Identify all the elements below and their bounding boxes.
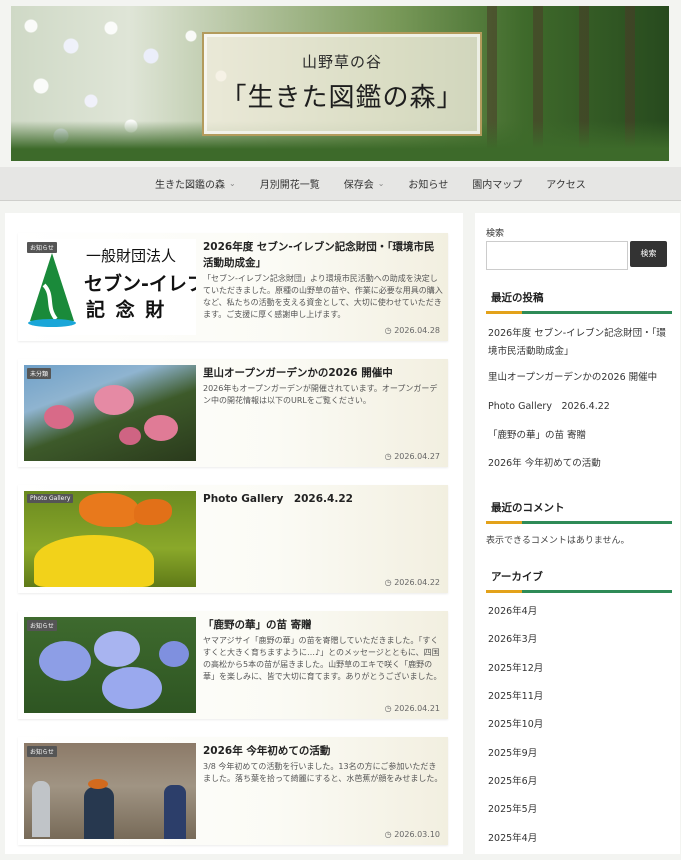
nav-item-map[interactable]: 園内マップ [472,176,522,191]
recent-post-link[interactable]: 「鹿野の華」の苗 寄贈 [488,427,670,445]
post-card[interactable]: 未分類 里山オープンガーデンかの2026 開催中 2026年もオープンガーデンが… [18,359,448,467]
archive-link[interactable]: 2025年9月 [488,745,670,763]
category-badge[interactable]: Photo Gallery [27,494,74,503]
clock-icon: ◷ [384,452,395,461]
recent-comments-heading: 最近のコメント [486,500,672,524]
post-thumbnail[interactable]: 未分類 [24,365,196,461]
post-title[interactable]: 里山オープンガーデンかの2026 開催中 [203,365,443,381]
search-label: 検索 [486,229,505,239]
archive-link[interactable]: 2025年5月 [488,801,670,819]
clock-icon: ◷ [384,704,395,713]
post-card[interactable]: 一般財団法人 セブン-イレブ 記 念 財 お知らせ 2026年度 セブン-イレブ… [18,233,448,341]
archive-link[interactable]: 2025年4月 [488,830,670,848]
recent-post-link[interactable]: 2026年度 セブン-イレブン記念財団・「環境市民活動助成金」 [488,325,670,361]
category-badge[interactable]: お知らせ [27,620,57,631]
recent-post-link[interactable]: 里山オープンガーデンかの2026 開催中 [488,369,670,387]
post-date: ◷ 2026.03.10 [384,830,440,839]
post-card[interactable]: お知らせ 2026年 今年初めての活動 3/8 今年初めての活動を行いました。1… [18,737,448,845]
archive-link[interactable]: 2025年12月 [488,660,670,678]
post-date: ◷ 2026.04.27 [384,452,440,461]
site-title: 「生きた図鑑の森」 [220,83,464,113]
post-date: ◷ 2026.04.21 [384,704,440,713]
post-card[interactable]: お知らせ 「鹿野の華」の苗 寄贈 ヤマアジサイ「鹿野の華」の苗を寄贈していただき… [18,611,448,719]
nav-item-access[interactable]: アクセス [546,176,586,191]
post-date: ◷ 2026.04.28 [384,326,440,335]
recent-posts-heading: 最近の投稿 [486,290,672,314]
search-input[interactable] [486,241,628,270]
no-comments-text: 表示できるコメントはありません。 [486,536,630,546]
post-title[interactable]: 2026年 今年初めての活動 [203,743,443,759]
post-title[interactable]: 2026年度 セブン-イレブン記念財団・「環境市民活動助成金」 [203,239,443,271]
chevron-down-icon: ⌄ [229,179,236,188]
main-nav: 生きた図鑑の森 ⌄ 月別開花一覧 保存会 ⌄ お知らせ 園内マップ アクセス [0,167,681,201]
archive-link[interactable]: 2026年3月 [488,631,670,649]
post-excerpt: 「セブン-イレブン記念財団」より環境市民活動への助成を決定していただきました。原… [203,274,443,319]
post-list: 一般財団法人 セブン-イレブ 記 念 財 お知らせ 2026年度 セブン-イレブ… [5,213,463,854]
post-excerpt: 3/8 今年初めての活動を行いました。13名の方にご参加いただきました。落ち葉を… [203,762,443,783]
clock-icon: ◷ [384,830,395,839]
post-date: ◷ 2026.04.22 [384,578,440,587]
post-thumbnail[interactable]: お知らせ [24,617,196,713]
clock-icon: ◷ [384,326,395,335]
site-logo[interactable]: 山野草の谷 「生きた図鑑の森」 [202,32,482,136]
sidebar: 検索 検索 最近の投稿 2026年度 セブン-イレブン記念財団・「環境市民活動助… [475,213,680,854]
category-badge[interactable]: お知らせ [27,242,57,253]
post-excerpt: 2026年もオープンガーデンが開催されています。オープンガーデン中の開花情報は以… [203,384,438,405]
nav-item-monthly[interactable]: 月別開花一覧 [260,176,320,191]
chevron-down-icon: ⌄ [377,179,385,188]
category-badge[interactable]: お知らせ [27,746,57,757]
nav-item-society[interactable]: 保存会 ⌄ [344,176,385,191]
post-thumbnail[interactable]: 一般財団法人 セブン-イレブ 記 念 財 お知らせ [24,239,196,335]
post-thumbnail[interactable]: Photo Gallery [24,491,196,587]
post-title[interactable]: 「鹿野の華」の苗 寄贈 [203,617,443,633]
recent-post-link[interactable]: Photo Gallery 2026.4.22 [488,398,670,416]
post-title[interactable]: Photo Gallery 2026.4.22 [203,491,443,507]
archive-link[interactable]: 2026年4月 [488,603,670,621]
post-excerpt: ヤマアジサイ「鹿野の華」の苗を寄贈していただきました。「すくすくと大きく育ちます… [203,636,442,681]
search-button[interactable]: 検索 [630,241,667,267]
recent-post-link[interactable]: 2026年 今年初めての活動 [488,455,670,473]
nav-item-news[interactable]: お知らせ [408,176,448,191]
category-badge[interactable]: 未分類 [27,368,52,379]
header-banner: 山野草の谷 「生きた図鑑の森」 [11,6,669,161]
post-card[interactable]: Photo Gallery Photo Gallery 2026.4.22 ◷ … [18,485,448,593]
clock-icon: ◷ [384,578,395,587]
nav-item-forest[interactable]: 生きた図鑑の森 ⌄ [155,176,236,191]
archive-link[interactable]: 2025年6月 [488,773,670,791]
site-subtitle: 山野草の谷 [301,53,382,71]
archives-heading: アーカイブ [486,569,672,593]
post-thumbnail[interactable]: お知らせ [24,743,196,839]
archive-link[interactable]: 2025年11月 [488,688,670,706]
archive-link[interactable]: 2025年10月 [488,716,670,734]
